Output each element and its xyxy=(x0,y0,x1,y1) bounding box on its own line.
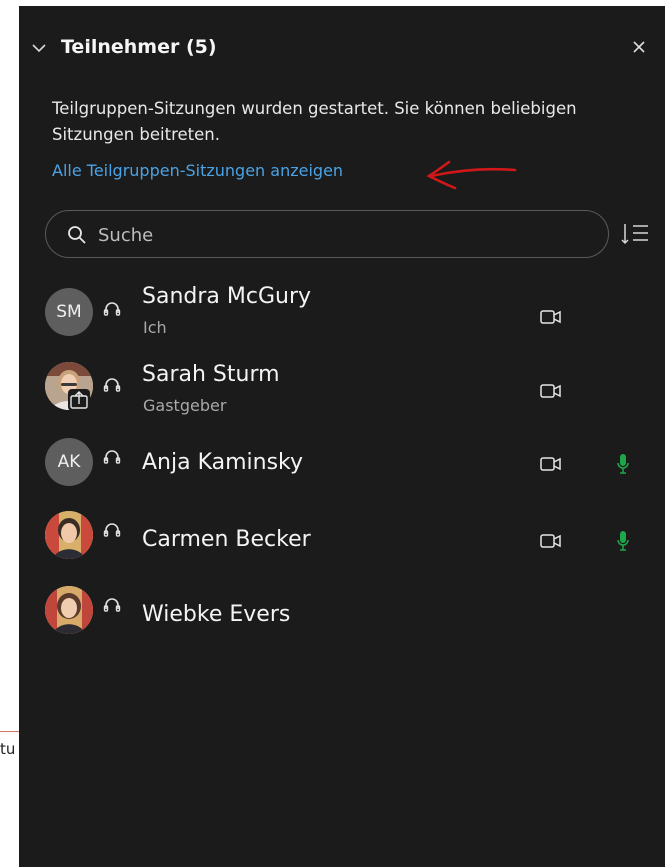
panel-header: Teilnehmer (5) xyxy=(19,6,665,90)
close-icon[interactable] xyxy=(631,39,647,59)
participant-row[interactable]: Wiebke Evers xyxy=(19,584,665,654)
participant-row[interactable]: AK Anja Kaminsky xyxy=(19,434,665,504)
video-camera-icon[interactable] xyxy=(540,383,562,403)
microphone-icon[interactable] xyxy=(617,529,629,557)
participant-name: Anja Kaminsky xyxy=(142,450,304,475)
avatar xyxy=(45,586,93,634)
headset-icon xyxy=(102,376,122,400)
sort-icon[interactable] xyxy=(621,222,651,250)
breakout-notice: Teilgruppen-Sitzungen wurden gestartet. … xyxy=(52,99,577,144)
video-camera-icon[interactable] xyxy=(540,533,562,553)
participant-name: Sarah Sturm xyxy=(142,362,280,387)
headset-icon xyxy=(102,596,122,620)
participant-role: Ich xyxy=(143,318,167,337)
headset-icon xyxy=(102,521,122,545)
participants-panel: Teilnehmer (5) Teilgruppen-Sitzungen wur… xyxy=(19,6,665,867)
participant-row[interactable]: Carmen Becker xyxy=(19,509,665,579)
avatar: SM xyxy=(45,288,93,336)
microphone-icon[interactable] xyxy=(617,452,629,480)
participant-role: Gastgeber xyxy=(143,396,227,415)
avatar xyxy=(45,511,93,559)
avatar: AK xyxy=(45,438,93,486)
participant-name: Sandra McGury xyxy=(142,284,312,309)
search-icon xyxy=(67,225,87,249)
video-camera-icon[interactable] xyxy=(540,309,562,329)
background-text-snippet: tu xyxy=(0,740,16,758)
search-field[interactable] xyxy=(45,210,609,258)
panel-title: Teilnehmer (5) xyxy=(61,36,217,58)
red-arrow-annotation xyxy=(426,160,517,190)
participant-name: Carmen Becker xyxy=(142,527,311,552)
search-input[interactable] xyxy=(96,219,580,251)
video-camera-icon[interactable] xyxy=(540,456,562,476)
show-all-breakout-sessions-link[interactable]: Alle Teilgruppen-Sitzungen anzeigen xyxy=(52,161,343,180)
participant-row[interactable]: SM Sandra McGury Ich xyxy=(19,284,665,354)
screen-share-icon xyxy=(68,389,90,411)
chevron-down-icon[interactable] xyxy=(31,40,47,60)
headset-icon xyxy=(102,300,122,324)
participant-row[interactable]: Sarah Sturm Gastgeber xyxy=(19,358,665,428)
participant-name: Wiebke Evers xyxy=(142,602,291,627)
headset-icon xyxy=(102,448,122,472)
